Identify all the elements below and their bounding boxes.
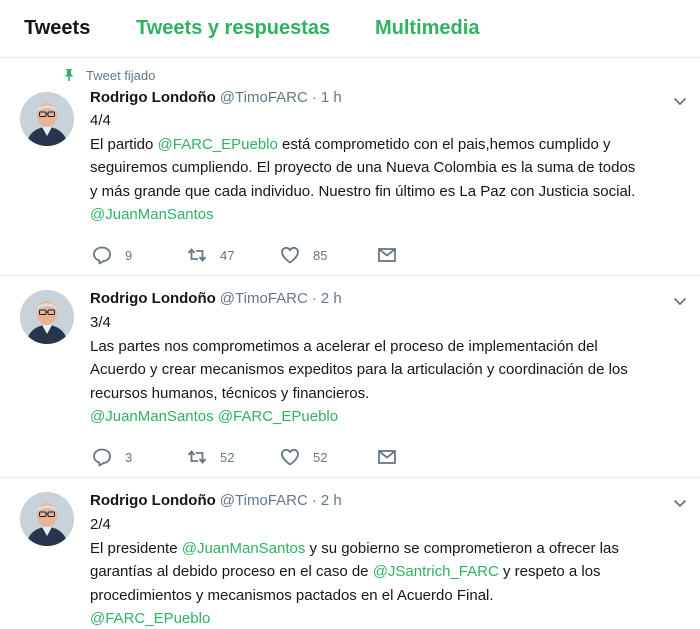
tweet-timestamp[interactable]: 1 h (321, 89, 342, 106)
tweet-text-line: @JuanManSantos @FARC_EPueblo (90, 405, 690, 429)
tab-tweets[interactable]: Tweets (24, 17, 90, 40)
mention-link[interactable]: @FARC_EPueblo (218, 408, 338, 425)
retweet-icon (187, 245, 207, 265)
tab-tweets-y-respuestas[interactable]: Tweets y respuestas (136, 17, 330, 40)
heart-icon (280, 245, 300, 265)
tweet-header: Rodrigo Londoño @TimoFARC · 1 h (90, 89, 342, 106)
retweet-count: 47 (220, 247, 235, 263)
author-handle[interactable]: @TimoFARC (220, 290, 308, 307)
profile-tabs: Tweets Tweets y respuestas Multimedia (0, 0, 700, 58)
tweet-text-line: procedimientos y mecanismos pactados en … (90, 584, 690, 608)
tweet-timestamp[interactable]: 2 h (321, 492, 342, 509)
direct-message-button[interactable] (377, 446, 397, 468)
like-button[interactable]: 85 (280, 244, 327, 266)
text-segment: Las partes nos comprometimos a acelerar … (90, 337, 598, 355)
mention-link[interactable]: @FARC_EPueblo (158, 136, 278, 153)
text-segment: garantías al debido proceso en el caso d… (90, 563, 373, 580)
tweet-header: Rodrigo Londoño @TimoFARC · 2 h (90, 290, 342, 307)
chevron-down-icon (673, 97, 687, 106)
reply-icon (92, 245, 112, 265)
pin-icon (64, 69, 74, 81)
tweet-text-line: El partido @FARC_EPueblo está comprometi… (90, 133, 690, 157)
reply-button[interactable]: 9 (92, 244, 132, 266)
tab-multimedia[interactable]: Multimedia (375, 17, 479, 40)
separator-dot: · (311, 290, 317, 307)
profile-photo (20, 92, 74, 146)
text-segment: 4/4 (90, 112, 111, 129)
text-segment: seguiremos cumpliendo. El proyecto de un… (90, 159, 636, 176)
text-segment: y respeto a los (498, 563, 601, 580)
tweet-item[interactable]: Tweet fijado Rodrigo Londoño @TimoFARC · 1 … (0, 59, 700, 276)
tweet-text-line: @FARC_EPueblo (90, 607, 690, 629)
mention-link[interactable]: @JuanManSantos (90, 408, 214, 425)
text-segment: El presidente (90, 539, 182, 557)
chevron-down-icon (673, 499, 687, 508)
author-handle[interactable]: @TimoFARC (220, 89, 308, 106)
tweet-item[interactable]: Rodrigo Londoño @TimoFARC · 2 h 2/4 El presi… (0, 479, 700, 629)
like-count: 52 (313, 449, 328, 465)
text-segment: y su gobierno se comprometieron a ofrece… (305, 539, 619, 557)
tweet-timestamp[interactable]: 2 h (321, 290, 342, 307)
reply-count: 3 (125, 449, 133, 465)
author-name[interactable]: Rodrigo Londoño (90, 89, 216, 106)
tweet-text-line: @JuanManSantos (90, 203, 690, 227)
author-handle[interactable]: @TimoFARC (220, 492, 308, 509)
heart-icon (280, 447, 300, 467)
text-segment: 2/4 (90, 516, 111, 533)
mention-link[interactable]: @FARC_EPueblo (90, 610, 210, 627)
tweet-text: 2/4 El presidente @JuanManSantos y su gob… (90, 513, 690, 629)
tweet-text-line: y más grande que cada individuo. Nuestro… (90, 180, 690, 204)
tweet-text-line: Las partes nos comprometimos a acelerar … (90, 335, 690, 359)
retweet-button[interactable]: 52 (187, 446, 234, 468)
tweet-text-line: 4/4 (90, 109, 690, 133)
tweet-header: Rodrigo Londoño @TimoFARC · 2 h (90, 492, 342, 509)
retweet-button[interactable]: 47 (187, 244, 234, 266)
reply-icon (92, 447, 112, 467)
pinned-indicator: Tweet fijado (62, 67, 155, 83)
like-button[interactable]: 52 (280, 446, 327, 468)
tweet-text-line: Acuerdo y crear mecanismos expeditos par… (90, 358, 690, 382)
reply-button[interactable]: 3 (92, 446, 132, 468)
direct-message-button[interactable] (377, 244, 397, 266)
avatar[interactable] (20, 92, 74, 146)
text-segment: El partido (90, 135, 158, 153)
separator-dot: · (311, 492, 317, 509)
text-segment: Acuerdo y crear mecanismos expeditos par… (90, 361, 628, 378)
text-segment: y más grande que cada individuo. Nuestro… (90, 182, 636, 200)
author-name[interactable]: Rodrigo Londoño (90, 492, 216, 509)
tweet-text: 3/4 Las partes nos comprometimos a aceler… (90, 311, 690, 429)
tweet-menu-caret[interactable] (672, 293, 688, 309)
envelope-icon (377, 245, 397, 265)
retweet-icon (187, 447, 207, 467)
tweet-text-line: El presidente @JuanManSantos y su gobier… (90, 537, 690, 561)
text-segment: procedimientos y mecanismos pactados en … (90, 586, 494, 604)
text-segment: 3/4 (90, 314, 111, 331)
like-count: 85 (313, 247, 328, 263)
reply-count: 9 (125, 247, 133, 263)
text-segment: está comprometido con el pais,hemos cump… (277, 135, 611, 153)
text-segment: recursos humanos, técnicos y financieros… (90, 384, 370, 402)
avatar[interactable] (20, 492, 74, 546)
tweet-menu-caret[interactable] (672, 495, 688, 511)
profile-photo (20, 492, 74, 546)
tweet-text-line: 3/4 (90, 311, 690, 335)
tweet-text-line: seguiremos cumpliendo. El proyecto de un… (90, 156, 690, 180)
author-name[interactable]: Rodrigo Londoño (90, 290, 216, 307)
envelope-icon (377, 447, 397, 467)
profile-photo (20, 290, 74, 344)
tweet-text-line: recursos humanos, técnicos y financieros… (90, 382, 690, 406)
mention-link[interactable]: @JuanManSantos (182, 540, 306, 557)
tweet-item[interactable]: Rodrigo Londoño @TimoFARC · 2 h 3/4 Las part… (0, 277, 700, 478)
tweet-text: 4/4 El partido @FARC_EPueblo está comprom… (90, 109, 690, 227)
tweet-text-line: garantías al debido proceso en el caso d… (90, 560, 690, 584)
separator-dot: · (311, 89, 317, 106)
tweet-text-line: 2/4 (90, 513, 690, 537)
mention-link[interactable]: @JuanManSantos (90, 206, 214, 223)
tweet-menu-caret[interactable] (672, 93, 688, 109)
chevron-down-icon (673, 297, 687, 306)
avatar[interactable] (20, 290, 74, 344)
pinned-label: Tweet fijado (86, 67, 156, 83)
mention-link[interactable]: @JSantrich_FARC (373, 563, 499, 580)
retweet-count: 52 (220, 449, 235, 465)
